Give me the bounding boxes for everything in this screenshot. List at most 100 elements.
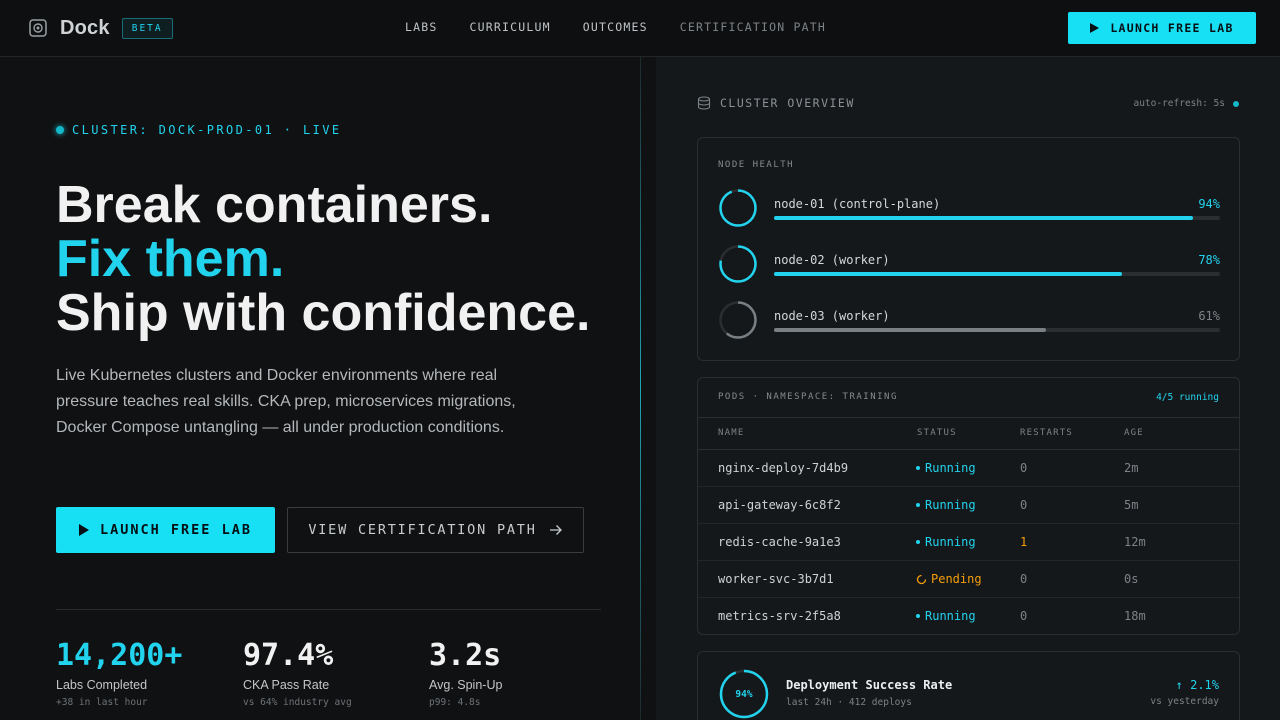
beta-badge: BETA <box>121 17 173 39</box>
top-navigation-bar: Dock BETA LABS CURRICULUM OUTCOMES CERTI… <box>0 0 1280 57</box>
nav-labs[interactable]: LABS <box>405 20 438 34</box>
pods-running-count: 4/5 running <box>1156 392 1219 403</box>
cluster-status-text: CLUSTER: DOCK-PROD-01 · LIVE <box>72 123 342 137</box>
node-health-bar <box>774 272 1220 276</box>
header-launch-lab-button[interactable]: LAUNCH FREE LAB <box>1068 12 1256 44</box>
node-row: node-01 (control-plane) 94% <box>718 188 1220 228</box>
column-header-restarts[interactable]: RESTARTS <box>1020 428 1073 438</box>
auto-refresh-indicator: auto-refresh: 5s <box>1133 98 1239 109</box>
hero-description: Live Kubernetes clusters and Docker envi… <box>56 367 516 436</box>
stat-subtext: +38 in last hour <box>56 697 148 708</box>
pod-status: Pending <box>916 572 982 586</box>
running-dot-icon <box>916 466 920 470</box>
running-dot-icon <box>916 614 920 618</box>
live-status-dot-icon <box>56 126 64 134</box>
node-health-ring-icon <box>719 189 757 227</box>
pods-table-card: PODS · NAMESPACE: TRAINING 4/5 running N… <box>697 377 1240 635</box>
table-header-row: NAME STATUS RESTARTS AGE <box>698 418 1239 450</box>
database-icon <box>697 96 711 110</box>
section-divider <box>640 57 641 720</box>
deployment-success-card: 94% Deployment Success Rate last 24h · 4… <box>697 651 1240 720</box>
deployment-title: Deployment Success Rate <box>786 678 953 692</box>
hero-title-line-1: Break containers. <box>56 176 493 234</box>
pod-name: api-gateway-6c8f2 <box>718 498 841 512</box>
node-health-card: NODE HEALTH node-01 (control-plane) 94% … <box>697 137 1240 361</box>
table-row[interactable]: redis-cache-9a1e3 Running 1 12m <box>698 524 1239 561</box>
deployment-subtitle: last 24h · 412 deploys <box>786 697 912 708</box>
column-header-name[interactable]: NAME <box>718 428 744 438</box>
pod-name: worker-svc-3b7d1 <box>718 572 834 586</box>
pod-status-text: Pending <box>931 572 982 586</box>
pod-age: 2m <box>1124 461 1139 475</box>
brand-name: Dock <box>60 16 110 39</box>
pod-restarts: 0 <box>1020 498 1028 512</box>
nav-outcomes[interactable]: OUTCOMES <box>583 20 648 34</box>
stat-value: 97.4% <box>243 638 334 673</box>
stat-value: 14,200+ <box>56 638 183 673</box>
node-name: node-03 (worker) <box>774 309 890 323</box>
stat-subtext: p99: 4.8s <box>429 697 481 708</box>
pod-restarts: 0 <box>1020 609 1028 623</box>
column-header-status[interactable]: STATUS <box>917 428 957 438</box>
header-cta-label: LAUNCH FREE LAB <box>1110 21 1234 35</box>
play-icon <box>79 524 90 536</box>
stat-subtext: vs 64% industry avg <box>243 697 352 708</box>
stat-label: Labs Completed <box>56 678 148 692</box>
stat-avg-spin-up: 3.2s Avg. Spin-Up p99: 4.8s <box>429 638 502 708</box>
pod-age: 18m <box>1124 609 1146 623</box>
table-row[interactable]: api-gateway-6c8f2 Running 0 5m <box>698 487 1239 524</box>
auto-refresh-text: auto-refresh: 5s <box>1133 98 1225 109</box>
arrow-right-icon <box>549 525 562 535</box>
node-health-bar-fill <box>774 328 1047 332</box>
launch-free-lab-label: LAUNCH FREE LAB <box>100 522 252 538</box>
view-certification-path-button[interactable]: VIEW CERTIFICATION PATH <box>287 507 584 553</box>
node-health-bar <box>774 216 1220 220</box>
view-certification-path-label: VIEW CERTIFICATION PATH <box>308 522 537 538</box>
stats-divider <box>56 609 601 610</box>
table-row[interactable]: metrics-srv-2f5a8 Running 0 18m <box>698 598 1239 634</box>
node-health-ring-icon <box>719 245 757 283</box>
main-nav: LABS CURRICULUM OUTCOMES CERTIFICATION P… <box>405 20 858 34</box>
pod-name: nginx-deploy-7d4b9 <box>718 461 849 475</box>
pod-status-text: Running <box>925 609 976 623</box>
refresh-status-dot-icon <box>1233 100 1239 107</box>
pod-restarts: 0 <box>1020 572 1028 586</box>
pod-name: redis-cache-9a1e3 <box>718 535 841 549</box>
nav-curriculum[interactable]: CURRICULUM <box>470 20 551 34</box>
pod-name: metrics-srv-2f5a8 <box>718 609 841 623</box>
nav-certification-path[interactable]: CERTIFICATION PATH <box>680 20 826 34</box>
cluster-status-tag: CLUSTER: DOCK-PROD-01 · LIVE <box>56 123 342 137</box>
column-header-age[interactable]: AGE <box>1124 428 1144 438</box>
table-row[interactable]: nginx-deploy-7d4b9 Running 0 2m <box>698 450 1239 487</box>
launch-free-lab-button[interactable]: LAUNCH FREE LAB <box>56 507 275 553</box>
node-health-label: NODE HEALTH <box>718 160 795 170</box>
stat-value: 3.2s <box>429 638 502 673</box>
node-health-ring-icon <box>719 301 757 339</box>
hero-title-line-3: Ship with confidence. <box>56 284 591 342</box>
node-health-bar <box>774 328 1220 332</box>
cluster-overview-header: CLUSTER OVERVIEW <box>697 96 855 110</box>
stat-label: CKA Pass Rate <box>243 678 330 692</box>
node-percent: 61% <box>1198 309 1220 323</box>
node-name: node-01 (control-plane) <box>774 197 941 211</box>
container-logo-icon <box>29 19 47 37</box>
deployment-ring-value: 94% <box>735 688 753 700</box>
pod-status-text: Running <box>925 498 976 512</box>
pod-status: Running <box>916 535 976 549</box>
hero-title-line-2: Fix them. <box>56 230 285 288</box>
deployment-delta: ↑ 2.1% <box>1175 678 1219 692</box>
node-health-bar-fill <box>774 272 1122 276</box>
deployment-comparison: vs yesterday <box>1150 696 1219 707</box>
hero-title: Break containers. Fix them. Ship with co… <box>56 178 590 340</box>
pod-status-text: Running <box>925 535 976 549</box>
table-row[interactable]: worker-svc-3b7d1 Pending 0 0s <box>698 561 1239 598</box>
node-percent: 94% <box>1198 197 1220 211</box>
pod-status: Running <box>916 461 976 475</box>
stat-label: Avg. Spin-Up <box>429 678 503 692</box>
node-name: node-02 (worker) <box>774 253 890 267</box>
brand[interactable]: Dock BETA <box>28 14 173 42</box>
pods-table-header: PODS · NAMESPACE: TRAINING 4/5 running <box>698 378 1239 418</box>
running-dot-icon <box>916 540 920 544</box>
pods-namespace-label: PODS · NAMESPACE: TRAINING <box>718 392 898 402</box>
node-health-bar-fill <box>774 216 1194 220</box>
